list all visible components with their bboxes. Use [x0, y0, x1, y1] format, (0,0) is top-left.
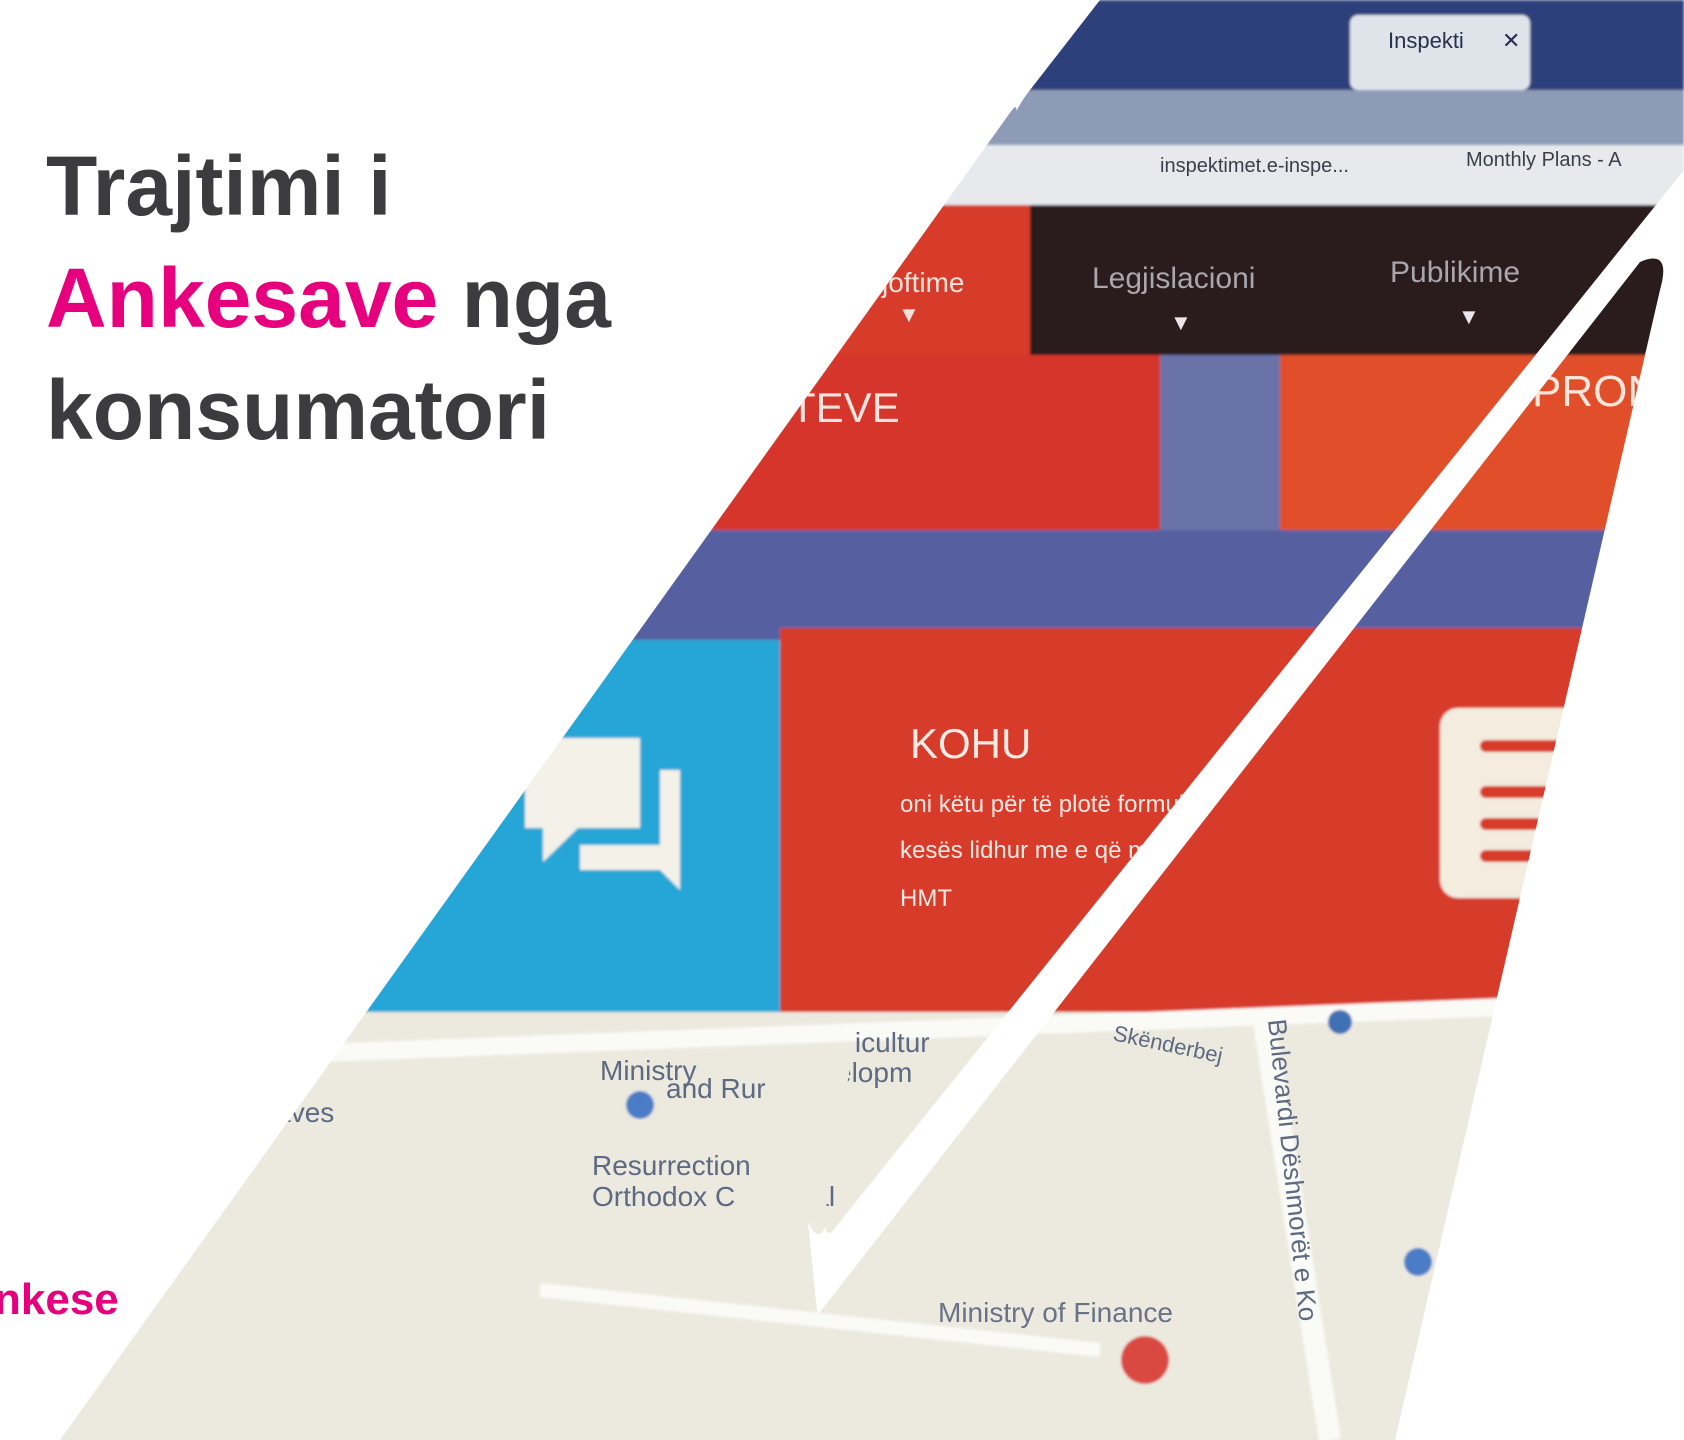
- nav-item-publikime: Publikime: [1390, 256, 1520, 289]
- bottom-accent-word: nkese: [0, 1275, 119, 1324]
- chevron-down-icon: ▼: [898, 302, 920, 327]
- close-icon: ✕: [1502, 28, 1520, 53]
- title-accent-word: Ankesave: [46, 251, 439, 345]
- title-line-2-rest: nga: [461, 251, 611, 345]
- map-label-resurrection-1: Resurrection: [592, 1150, 751, 1181]
- title-line-1: Trajtimi i: [46, 139, 392, 233]
- map-label-ministry-agri-2: and Rur: [666, 1073, 766, 1104]
- chevron-down-icon: ▼: [1458, 304, 1480, 329]
- browser-tab-label: Inspekti: [1388, 28, 1464, 53]
- nav-item-joftime: joftime: [881, 267, 964, 298]
- tile-right-text-continued: PRON: [1532, 367, 1659, 416]
- banner-line-3: HMT: [900, 885, 952, 912]
- nav-item-legjislacioni: Legjislacioni: [1092, 262, 1255, 295]
- tile-left-text: KTEVE: [762, 384, 900, 431]
- bookmark-monthly-plans: Monthly Plans - A: [1466, 149, 1622, 171]
- title-line-2: Ankesave nga: [46, 242, 611, 354]
- map-label-leaves: Leaves: [244, 1097, 334, 1128]
- banner-heading: KOHU: [910, 720, 1031, 767]
- map-label-resurrection-2: Orthodox C: [592, 1181, 735, 1212]
- chevron-down-icon: ▼: [1170, 310, 1192, 335]
- slide-title: Trajtimi i Ankesave nga konsumatori: [46, 130, 611, 466]
- map-label-ministry-finance: Ministry of Finance: [938, 1297, 1173, 1328]
- bookmark-inspektimet: inspektimet.e-inspe...: [1160, 155, 1349, 177]
- title-line-3: konsumatori: [46, 363, 551, 457]
- banner-line-1: oni këtu për të plotë formularin e: [900, 791, 1244, 818]
- banner-line-2: kesës lidhur me e që mbulon: [900, 837, 1207, 864]
